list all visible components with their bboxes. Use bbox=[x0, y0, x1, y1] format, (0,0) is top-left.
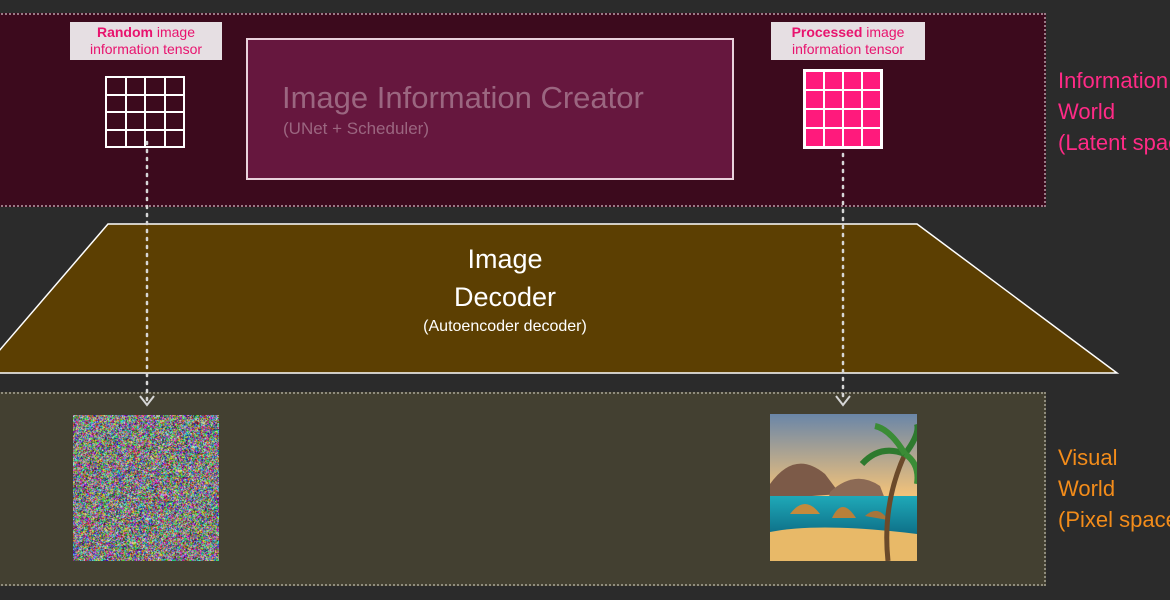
visual-world-line1: Visual bbox=[1058, 445, 1118, 470]
processed-arrowhead-icon bbox=[835, 395, 851, 407]
generated-beach-image bbox=[770, 414, 917, 561]
visual-world-line2: World bbox=[1058, 476, 1116, 501]
random-noise-image bbox=[73, 415, 219, 561]
visual-world-label: Visual World (Pixel space) bbox=[1058, 442, 1170, 535]
visual-world-line3: (Pixel space) bbox=[1058, 507, 1170, 532]
